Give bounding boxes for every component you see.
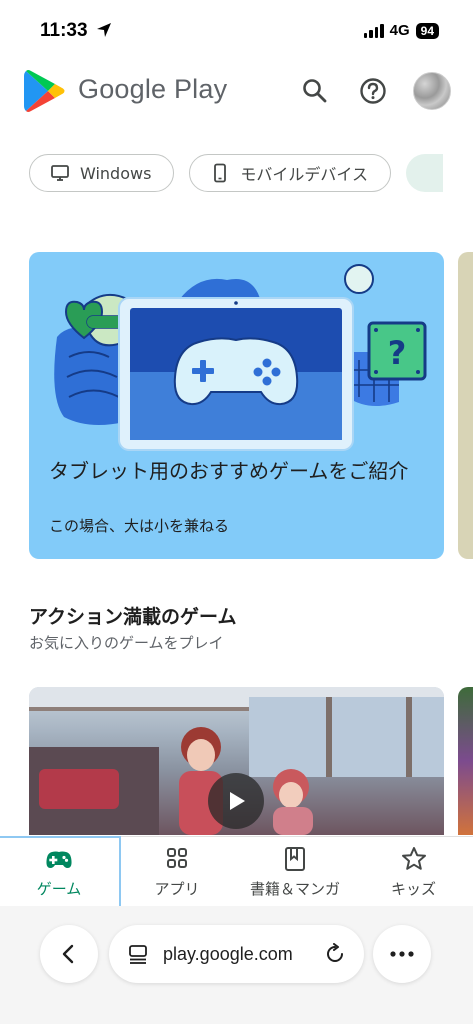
- chip-windows[interactable]: Windows: [29, 154, 175, 192]
- section-subtitle: お気に入りのゲームをプレイ: [29, 634, 224, 652]
- nav-books[interactable]: 書籍＆マンガ: [236, 837, 354, 907]
- featured-subtitle: この場合、大は小を兼ねる: [49, 517, 230, 535]
- app-header: Google Play: [0, 62, 473, 122]
- play-icon: [230, 792, 245, 810]
- section-title[interactable]: アクション満載のゲーム: [29, 602, 236, 629]
- status-bar: 11:33 4G 94: [0, 0, 473, 62]
- next-featured-card-peek[interactable]: [458, 252, 473, 559]
- signal-icon: [363, 23, 384, 38]
- chip-label: モバイルデバイス: [240, 165, 368, 184]
- game-video-card[interactable]: [29, 687, 444, 835]
- monitor-icon: [51, 165, 69, 181]
- nav-apps[interactable]: アプリ: [118, 837, 236, 907]
- phone-icon: [214, 163, 227, 183]
- battery-level: 94: [415, 22, 439, 39]
- network-type: 4G: [389, 22, 410, 39]
- google-play-logo-icon[interactable]: [24, 68, 66, 114]
- svg-text:?: ?: [388, 334, 407, 372]
- chip-mobile[interactable]: モバイルデバイス: [189, 154, 391, 192]
- chevron-left-icon: [62, 944, 74, 964]
- device-filter-chips: Windows モバイルデバイス: [29, 154, 443, 194]
- star-icon: [401, 846, 426, 870]
- tablet-gamepad-illustration: ?: [54, 264, 427, 451]
- nav-kids[interactable]: キッズ: [354, 837, 473, 907]
- bookmark-icon: [285, 846, 305, 871]
- nav-label: アプリ: [154, 879, 200, 898]
- back-button[interactable]: [40, 925, 98, 983]
- chip-partial[interactable]: [405, 154, 443, 192]
- nav-label: 書籍＆マンガ: [249, 879, 340, 898]
- status-indicators: 4G 94: [363, 22, 439, 39]
- page-menu-icon[interactable]: [127, 943, 149, 965]
- help-icon[interactable]: [358, 76, 388, 106]
- nav-games[interactable]: ゲーム: [0, 837, 118, 907]
- next-video-card-peek[interactable]: [458, 687, 473, 835]
- search-icon[interactable]: [300, 76, 330, 106]
- status-time: 11:33: [40, 20, 88, 41]
- address-bar[interactable]: play.google.com: [109, 925, 364, 983]
- nav-label: ゲーム: [36, 879, 82, 898]
- featured-card[interactable]: ? タブレット用のおすすめゲームをご紹介 この場合、大は小を兼ねる: [29, 252, 444, 559]
- browser-toolbar: play.google.com: [0, 906, 473, 1024]
- gamepad-icon: [46, 851, 72, 868]
- location-arrow-icon: [97, 23, 111, 37]
- reload-icon[interactable]: [324, 943, 346, 965]
- featured-title: タブレット用のおすすめゲームをご紹介: [49, 459, 409, 483]
- play-button[interactable]: [208, 773, 264, 829]
- more-button[interactable]: [373, 925, 431, 983]
- apps-grid-icon: [167, 847, 187, 868]
- avatar[interactable]: [413, 72, 451, 110]
- brand-title: Google Play: [78, 74, 228, 104]
- bottom-navigation: ゲーム アプリ 書籍＆マンガ キッズ: [0, 836, 473, 906]
- url-text: play.google.com: [163, 943, 293, 964]
- more-dots-icon: [390, 951, 414, 957]
- chip-label: Windows: [80, 163, 152, 183]
- nav-label: キッズ: [390, 879, 436, 898]
